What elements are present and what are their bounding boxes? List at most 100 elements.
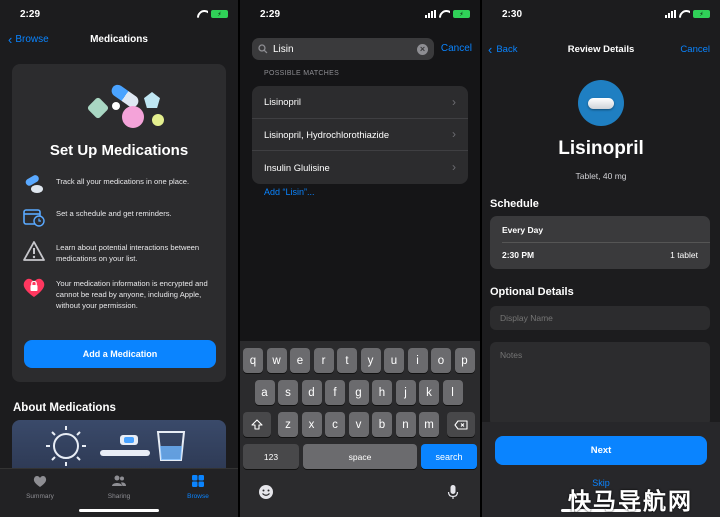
add-custom-medication-link[interactable]: Add “Lisin”... — [264, 187, 315, 197]
key-q[interactable]: q — [243, 348, 263, 373]
feature-privacy: Your medication information is encrypted… — [22, 276, 218, 311]
emoji-icon — [259, 485, 273, 499]
cancel-button[interactable]: Cancel — [680, 44, 710, 55]
key-r[interactable]: r — [313, 348, 334, 373]
key-p[interactable]: p — [454, 348, 475, 373]
display-name-field[interactable] — [490, 306, 710, 330]
search-key[interactable]: search — [421, 444, 477, 469]
watermark-text: 快马导航网 — [568, 489, 693, 515]
key-c[interactable]: c — [325, 412, 345, 437]
next-button[interactable]: Next — [495, 436, 707, 465]
about-medications-card[interactable] — [12, 420, 226, 470]
battery-icon: ⚡ — [211, 10, 228, 18]
pills-illustration-icon — [82, 74, 172, 134]
key-x[interactable]: x — [301, 412, 322, 437]
key-l[interactable]: l — [442, 380, 463, 405]
match-list: Lisinopril › Lisinopril, Hydrochlorothia… — [252, 86, 468, 184]
key-e[interactable]: e — [290, 348, 310, 373]
key-o[interactable]: o — [431, 348, 451, 373]
wifi-icon — [197, 10, 208, 18]
status-time: 2:29 — [260, 9, 281, 20]
status-icons: ⚡ — [425, 10, 470, 18]
tab-browse[interactable]: Browse — [168, 475, 228, 500]
grid-icon — [192, 475, 204, 487]
battery-icon: ⚡ — [453, 10, 470, 18]
tab-sharing-label: Sharing — [107, 493, 131, 500]
keyboard-row-2: a s d f g h j k l — [240, 380, 480, 405]
tab-browse-label: Browse — [187, 493, 209, 500]
key-v[interactable]: v — [348, 412, 369, 437]
space-key[interactable]: space — [303, 444, 417, 469]
home-indicator — [79, 509, 159, 512]
medications-screen: 2:29 ⚡ ‹ Browse Medications Set Up Medic… — [0, 0, 238, 517]
status-time: 2:30 — [502, 9, 523, 20]
feature-track-text: Track all your medications in one place. — [56, 177, 190, 186]
key-n[interactable]: n — [395, 412, 416, 437]
tab-bar: Summary Sharing Browse — [0, 468, 238, 517]
match-label: Insulin Glulisine — [264, 161, 330, 173]
key-m[interactable]: m — [419, 412, 439, 437]
tab-summary[interactable]: Summary — [10, 475, 70, 500]
medication-form: Tablet, 40 mg — [575, 171, 627, 181]
add-medication-button[interactable]: Add a Medication — [24, 340, 216, 368]
numbers-key[interactable]: 123 — [243, 444, 299, 469]
status-bar: 2:29 ⚡ — [0, 0, 238, 28]
navigation-bar: ‹ Browse Medications — [0, 33, 238, 48]
feature-privacy-text: Your medication information is encrypted… — [56, 279, 208, 310]
key-b[interactable]: b — [372, 412, 392, 437]
key-f[interactable]: f — [325, 380, 345, 405]
search-field[interactable]: × — [252, 38, 434, 60]
key-y[interactable]: y — [360, 348, 381, 373]
keyboard-row-4: 123 space search — [240, 444, 480, 469]
dictation-key[interactable] — [446, 484, 460, 500]
schedule-card[interactable]: Every Day 2:30 PM 1 tablet — [490, 216, 710, 269]
setup-card: Set Up Medications Track all your medica… — [12, 64, 226, 382]
emoji-key[interactable] — [258, 484, 274, 500]
feature-interactions-text: Learn about potential interactions betwe… — [56, 243, 200, 263]
key-h[interactable]: h — [372, 380, 392, 405]
notes-field[interactable] — [490, 342, 710, 426]
key-i[interactable]: i — [407, 348, 428, 373]
search-bar: × Cancel — [252, 38, 472, 60]
feature-schedule-text: Set a schedule and get reminders. — [56, 209, 172, 218]
signal-icon — [665, 10, 676, 18]
key-z[interactable]: z — [278, 412, 298, 437]
key-k[interactable]: k — [419, 380, 439, 405]
chevron-right-icon: › — [452, 127, 456, 142]
navigation-bar: ‹ Back Review Details Cancel — [482, 43, 720, 58]
list-item[interactable]: Lisinopril › — [252, 86, 468, 119]
calendar-clock-icon — [22, 206, 46, 228]
key-j[interactable]: j — [395, 380, 416, 405]
cancel-search-button[interactable]: Cancel — [441, 43, 472, 54]
key-w[interactable]: w — [266, 348, 287, 373]
key-t[interactable]: t — [337, 348, 357, 373]
list-item[interactable]: Lisinopril, Hydrochlorothiazide › — [252, 119, 468, 151]
tab-sharing[interactable]: Sharing — [89, 475, 149, 500]
battery-icon: ⚡ — [693, 10, 710, 18]
key-a[interactable]: a — [254, 380, 275, 405]
schedule-time: 2:30 PM — [502, 250, 535, 260]
status-bar: 2:29 ⚡ — [240, 0, 480, 28]
search-input[interactable] — [272, 43, 413, 55]
list-item[interactable]: Insulin Glulisine › — [252, 151, 468, 184]
lock-heart-icon — [22, 276, 46, 298]
keyboard-row-3: z x c v b n m — [240, 412, 480, 437]
shift-arrow-icon — [251, 419, 263, 430]
signal-icon — [425, 10, 436, 18]
about-medications-heading: About Medications — [13, 402, 116, 414]
key-d[interactable]: d — [301, 380, 322, 405]
key-g[interactable]: g — [348, 380, 369, 405]
possible-matches-header: POSSIBLE MATCHES — [264, 70, 340, 77]
page-title: Medications — [90, 34, 148, 45]
delete-key[interactable] — [447, 412, 475, 437]
clear-search-icon[interactable]: × — [417, 43, 428, 55]
tablet-icon — [588, 97, 614, 109]
microphone-icon — [447, 485, 459, 499]
status-time: 2:29 — [20, 9, 41, 20]
key-s[interactable]: s — [278, 380, 298, 405]
status-icons: ⚡ — [665, 10, 710, 18]
status-bar: 2:30 ⚡ — [482, 0, 720, 28]
optional-details-heading: Optional Details — [490, 286, 574, 298]
shift-key[interactable] — [243, 412, 271, 437]
key-u[interactable]: u — [384, 348, 404, 373]
